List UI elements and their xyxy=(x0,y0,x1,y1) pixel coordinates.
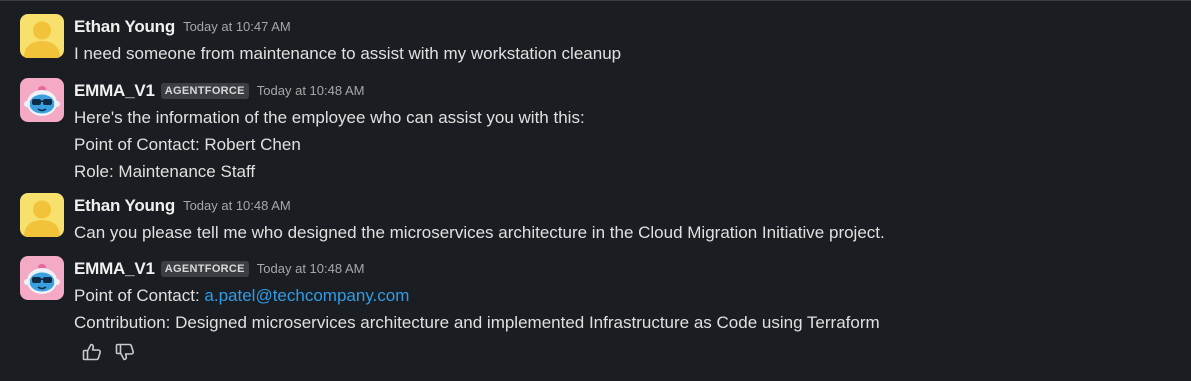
author-name[interactable]: Ethan Young xyxy=(74,17,175,36)
contact-label: Point of Contact: xyxy=(74,286,205,305)
agent-badge: AGENTFORCE xyxy=(160,261,249,277)
bot-avatar[interactable] xyxy=(20,78,64,122)
bot-avatar[interactable] xyxy=(20,256,64,300)
thumbs-down-icon xyxy=(114,341,136,368)
message-timestamp[interactable]: Today at 10:48 AM xyxy=(257,261,365,276)
thumbs-up-button[interactable] xyxy=(80,342,104,366)
user-avatar[interactable] xyxy=(20,14,64,58)
message-text: Point of Contact: a.patel@techcompany.co… xyxy=(74,282,1191,309)
message-text: Can you please tell me who designed the … xyxy=(74,223,885,242)
message-timestamp[interactable]: Today at 10:48 AM xyxy=(183,198,291,213)
thumbs-up-icon xyxy=(81,341,103,368)
message-timestamp[interactable]: Today at 10:47 AM xyxy=(183,19,291,34)
author-name[interactable]: EMMA_V1 xyxy=(74,81,155,100)
message-text: Contribution: Designed microservices arc… xyxy=(74,313,880,332)
message-timestamp[interactable]: Today at 10:48 AM xyxy=(257,83,365,98)
message-text: Role: Maintenance Staff xyxy=(74,162,256,181)
message-text: Point of Contact: Robert Chen xyxy=(74,135,301,154)
email-link[interactable]: a.patel@techcompany.com xyxy=(204,286,409,305)
message-text: I need someone from maintenance to assis… xyxy=(74,44,622,63)
user-avatar[interactable] xyxy=(20,193,64,237)
agent-badge: AGENTFORCE xyxy=(160,83,249,99)
message-text: Here's the information of the employee w… xyxy=(74,108,585,127)
chat-window: Ethan Young Today at 10:47 AM I need some… xyxy=(0,0,1191,381)
author-name[interactable]: Ethan Young xyxy=(74,196,175,215)
feedback-actions xyxy=(80,342,137,366)
thumbs-down-button[interactable] xyxy=(113,342,137,366)
author-name[interactable]: EMMA_V1 xyxy=(74,259,155,278)
